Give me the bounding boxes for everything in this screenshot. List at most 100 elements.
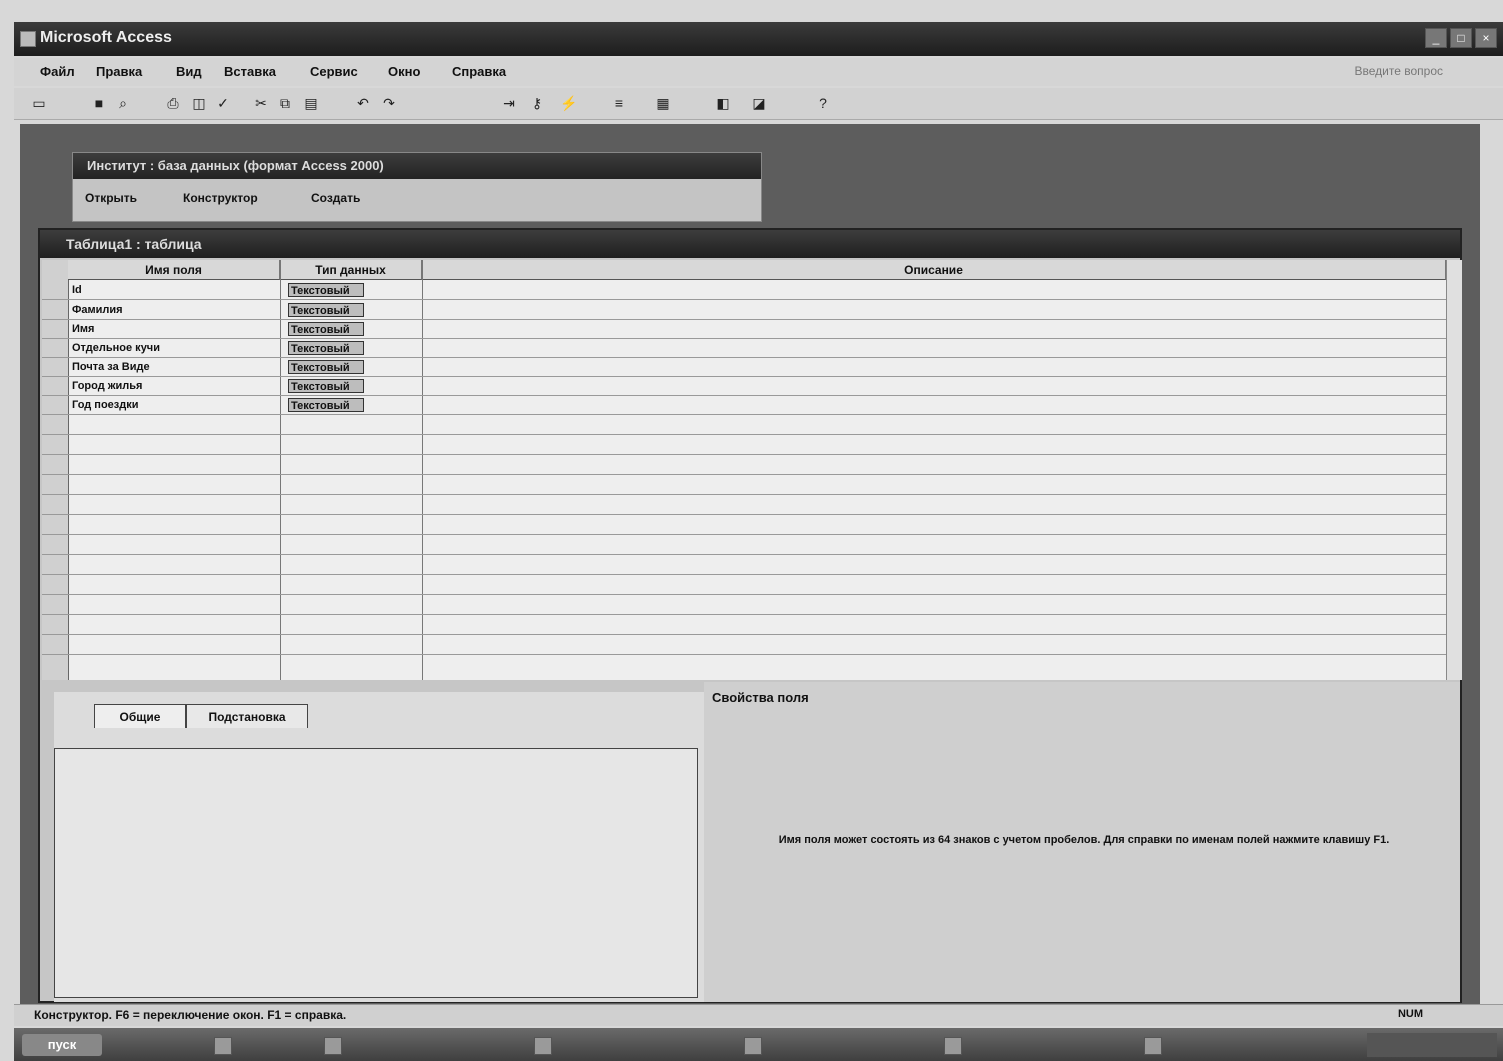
office-assistant-icon[interactable]: ?: [814, 94, 832, 112]
spelling-icon[interactable]: ✓: [214, 94, 232, 112]
menu-help[interactable]: Справка: [452, 64, 506, 79]
row-divider: [42, 654, 1446, 655]
new-object-icon[interactable]: ◪: [750, 94, 768, 112]
open-button[interactable]: Открыть: [85, 191, 137, 205]
maximize-button[interactable]: □: [1450, 28, 1472, 48]
close-button[interactable]: ×: [1475, 28, 1497, 48]
database-window: Институт : база данных (формат Access 20…: [72, 152, 762, 222]
taskbar-app-icon[interactable]: [1144, 1037, 1162, 1055]
data-type-cell[interactable]: Текстовый: [288, 360, 364, 374]
num-lock-indicator: NUM: [1397, 1008, 1423, 1020]
data-type-cell[interactable]: Текстовый: [288, 283, 364, 297]
taskbar: пуск: [14, 1028, 1503, 1061]
field-name-cell[interactable]: Фамилия: [72, 304, 123, 316]
cut-icon[interactable]: ✂: [252, 94, 270, 112]
field-name-cell[interactable]: Имя: [72, 323, 94, 335]
menu-edit[interactable]: Правка: [96, 64, 142, 79]
primary-key-icon[interactable]: ⚷: [528, 94, 546, 112]
undo-icon[interactable]: ↶: [354, 94, 372, 112]
field-grid: Имя поля Тип данных Описание Id Текстовы…: [42, 260, 1446, 680]
taskbar-app-icon[interactable]: [944, 1037, 962, 1055]
help-question-box[interactable]: Введите вопрос: [1355, 64, 1444, 78]
redo-icon[interactable]: ↷: [380, 94, 398, 112]
field-properties-help: Свойства поля Имя поля может состоять из…: [704, 682, 1460, 1002]
row-divider: [42, 574, 1446, 575]
row-divider: [42, 338, 1446, 339]
menu-file[interactable]: Файл: [40, 64, 75, 79]
field-name-cell[interactable]: Город жилья: [72, 380, 142, 392]
row-divider: [42, 614, 1446, 615]
indexes-icon[interactable]: ⚡: [560, 94, 578, 112]
header-description: Описание: [422, 260, 1446, 280]
taskbar-app-icon[interactable]: [534, 1037, 552, 1055]
menu-tools[interactable]: Сервис: [310, 64, 358, 79]
row-selector-column[interactable]: [42, 260, 69, 680]
data-type-cell[interactable]: Текстовый: [288, 341, 364, 355]
row-divider: [42, 434, 1446, 435]
properties-hint: Имя поля может состоять из 64 знаков с у…: [734, 832, 1434, 848]
save-icon[interactable]: ■: [90, 94, 108, 112]
row-divider: [42, 357, 1446, 358]
field-name-cell[interactable]: Год поездки: [72, 399, 139, 411]
row-divider: [42, 376, 1446, 377]
properties-tab-panel: [54, 748, 698, 998]
app-title-bar: Microsoft Access _ □ ×: [14, 22, 1503, 56]
taskbar-app-icon[interactable]: [214, 1037, 232, 1055]
database-window-icon[interactable]: ◧: [714, 94, 732, 112]
data-type-cell[interactable]: Текстовый: [288, 379, 364, 393]
row-divider: [42, 494, 1446, 495]
table-design-title: Таблица1 : таблица: [40, 230, 1460, 258]
row-divider: [42, 395, 1446, 396]
row-divider: [42, 594, 1446, 595]
row-divider: [42, 514, 1446, 515]
grid-scrollbar[interactable]: [1446, 260, 1462, 680]
window-controls: _ □ ×: [1425, 28, 1497, 48]
row-divider: [42, 319, 1446, 320]
paste-icon[interactable]: ▤: [302, 94, 320, 112]
create-button[interactable]: Создать: [311, 191, 360, 205]
data-type-cell[interactable]: Текстовый: [288, 398, 364, 412]
minimize-button[interactable]: _: [1425, 28, 1447, 48]
row-divider: [42, 454, 1446, 455]
field-name-cell[interactable]: Отдельное кучи: [72, 342, 160, 354]
data-type-cell[interactable]: Текстовый: [288, 303, 364, 317]
row-divider: [42, 474, 1446, 475]
start-button[interactable]: пуск: [22, 1034, 102, 1056]
field-name-cell[interactable]: Почта за Виде: [72, 361, 150, 373]
design-button[interactable]: Конструктор: [183, 191, 258, 205]
build-icon[interactable]: ≡: [610, 94, 628, 112]
app-title: Microsoft Access: [40, 29, 172, 46]
menu-bar: Файл Правка Вид Вставка Сервис Окно Спра…: [14, 58, 1503, 86]
system-tray: [1367, 1033, 1497, 1057]
field-name-cell[interactable]: Id: [72, 284, 82, 296]
row-divider: [42, 534, 1446, 535]
table-design-window: Таблица1 : таблица Имя поля Тип данных О…: [38, 228, 1462, 1003]
hint-text: Имя поля может состоять из 64 знаков с у…: [778, 834, 1390, 846]
database-window-title: Институт : база данных (формат Access 20…: [73, 153, 761, 179]
view-icon[interactable]: ▭: [30, 94, 48, 112]
tab-lookup[interactable]: Подстановка: [186, 704, 308, 728]
properties-icon[interactable]: ▦: [654, 94, 672, 112]
copy-icon[interactable]: ⧉: [276, 94, 294, 112]
menu-window[interactable]: Окно: [388, 64, 420, 79]
data-type-cell[interactable]: Текстовый: [288, 322, 364, 336]
insert-row-icon[interactable]: ⇥: [500, 94, 518, 112]
access-app-icon: [20, 31, 36, 47]
menu-insert[interactable]: Вставка: [224, 64, 276, 79]
column-divider: [280, 260, 281, 680]
preview-icon[interactable]: ◫: [190, 94, 208, 112]
print-icon[interactable]: ⎙: [164, 94, 182, 112]
row-divider: [42, 634, 1446, 635]
status-bar: Конструктор. F6 = переключение окон. F1 …: [14, 1004, 1503, 1026]
taskbar-app-icon[interactable]: [324, 1037, 342, 1055]
toolbar: ▭ ■ ⌕ ⎙ ◫ ✓ ✂ ⧉ ▤ ↶ ↷ ⇥ ⚷ ⚡ ≡ ▦ ◧ ◪ ?: [14, 88, 1503, 120]
row-divider: [42, 554, 1446, 555]
taskbar-app-icon[interactable]: [744, 1037, 762, 1055]
row-divider: [42, 414, 1446, 415]
tab-general[interactable]: Общие: [94, 704, 186, 728]
status-text: Конструктор. F6 = переключение окон. F1 …: [34, 1008, 347, 1022]
column-divider: [422, 260, 423, 680]
menu-view[interactable]: Вид: [176, 64, 202, 79]
search-icon[interactable]: ⌕: [114, 94, 132, 112]
header-field-name: Имя поля: [68, 260, 280, 280]
